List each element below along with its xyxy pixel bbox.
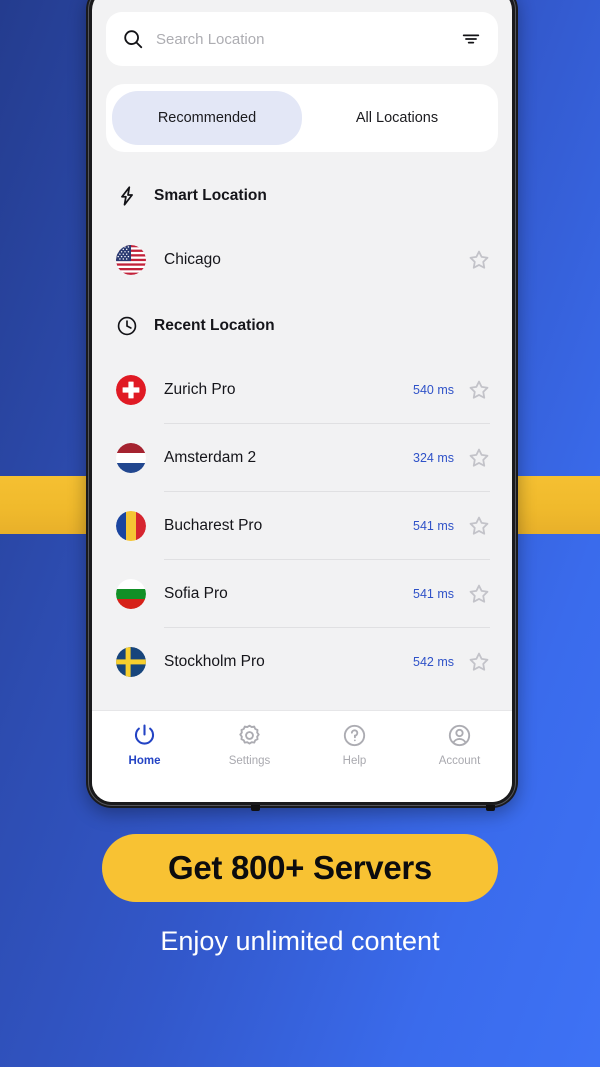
nl-flag-icon <box>116 443 146 473</box>
lightning-bolt-icon <box>116 185 138 207</box>
location-ping: 324 ms <box>413 451 454 465</box>
nav-item-settings[interactable]: Settings <box>197 723 302 767</box>
phone-bottom-notch-left <box>251 805 260 811</box>
location-row[interactable]: Zurich Pro 540 ms <box>106 356 498 424</box>
location-row[interactable]: Bucharest Pro 541 ms <box>106 492 498 560</box>
location-list-scroll-area[interactable]: Recommended All Locations Smart Location <box>92 0 512 710</box>
gear-icon <box>237 723 262 748</box>
bg-flag-icon <box>116 579 146 609</box>
promo-section: Get 800+ Servers Enjoy unlimited content <box>0 834 600 960</box>
location-ping: 540 ms <box>413 383 454 397</box>
power-icon <box>132 723 157 748</box>
tab-all-locations[interactable]: All Locations <box>302 91 492 145</box>
phone-screen: Recommended All Locations Smart Location <box>92 0 512 802</box>
section-label-smart-location: Smart Location <box>154 187 267 204</box>
nav-item-help[interactable]: Help <box>302 723 407 767</box>
tab-recommended[interactable]: Recommended <box>112 91 302 145</box>
ro-flag-icon <box>116 511 146 541</box>
filter-icon[interactable] <box>460 28 482 50</box>
search-bar[interactable] <box>106 12 498 66</box>
clock-icon <box>116 315 138 337</box>
promo-subtitle: Enjoy unlimited content <box>160 926 440 956</box>
location-name: Sofia Pro <box>164 585 228 602</box>
location-row[interactable]: Sofia Pro 541 ms <box>106 560 498 628</box>
favorite-star-icon[interactable] <box>466 247 492 273</box>
search-input[interactable] <box>156 30 448 48</box>
favorite-star-icon[interactable] <box>466 445 492 471</box>
ch-flag-icon <box>116 375 146 405</box>
location-name: Stockholm Pro <box>164 653 265 670</box>
nav-label-help: Help <box>342 755 367 767</box>
location-name: Bucharest Pro <box>164 517 263 534</box>
person-icon <box>447 723 472 748</box>
bottom-navigation-bar: Home Settings Help Account <box>92 710 512 802</box>
se-flag-icon <box>116 647 146 677</box>
nav-label-home: Home <box>128 755 161 767</box>
section-header-smart-location: Smart Location <box>106 166 498 226</box>
location-row[interactable]: Stockholm Pro 542 ms <box>106 628 498 696</box>
favorite-star-icon[interactable] <box>466 649 492 675</box>
location-ping: 541 ms <box>413 519 454 533</box>
nav-label-settings: Settings <box>228 755 271 767</box>
get-servers-button[interactable]: Get 800+ Servers <box>102 834 498 902</box>
location-tabs: Recommended All Locations <box>106 84 498 152</box>
location-name: Zurich Pro <box>164 381 236 398</box>
nav-item-home[interactable]: Home <box>92 723 197 767</box>
section-header-recent-location: Recent Location <box>106 296 498 356</box>
location-row[interactable]: Amsterdam 2 324 ms <box>106 424 498 492</box>
nav-item-account[interactable]: Account <box>407 723 512 767</box>
favorite-star-icon[interactable] <box>466 513 492 539</box>
phone-bottom-notch-right <box>486 805 495 811</box>
favorite-star-icon[interactable] <box>466 581 492 607</box>
search-icon <box>122 28 144 50</box>
question-icon <box>342 723 367 748</box>
location-ping: 542 ms <box>413 655 454 669</box>
location-name: Chicago <box>164 251 221 268</box>
location-ping: 541 ms <box>413 587 454 601</box>
us-flag-icon <box>116 245 146 275</box>
nav-label-account: Account <box>438 755 481 767</box>
location-name: Amsterdam 2 <box>164 449 257 466</box>
section-label-recent-location: Recent Location <box>154 317 275 334</box>
phone-mockup-frame: Recommended All Locations Smart Location <box>86 0 518 811</box>
location-row-smart[interactable]: Chicago <box>106 226 498 294</box>
favorite-star-icon[interactable] <box>466 377 492 403</box>
